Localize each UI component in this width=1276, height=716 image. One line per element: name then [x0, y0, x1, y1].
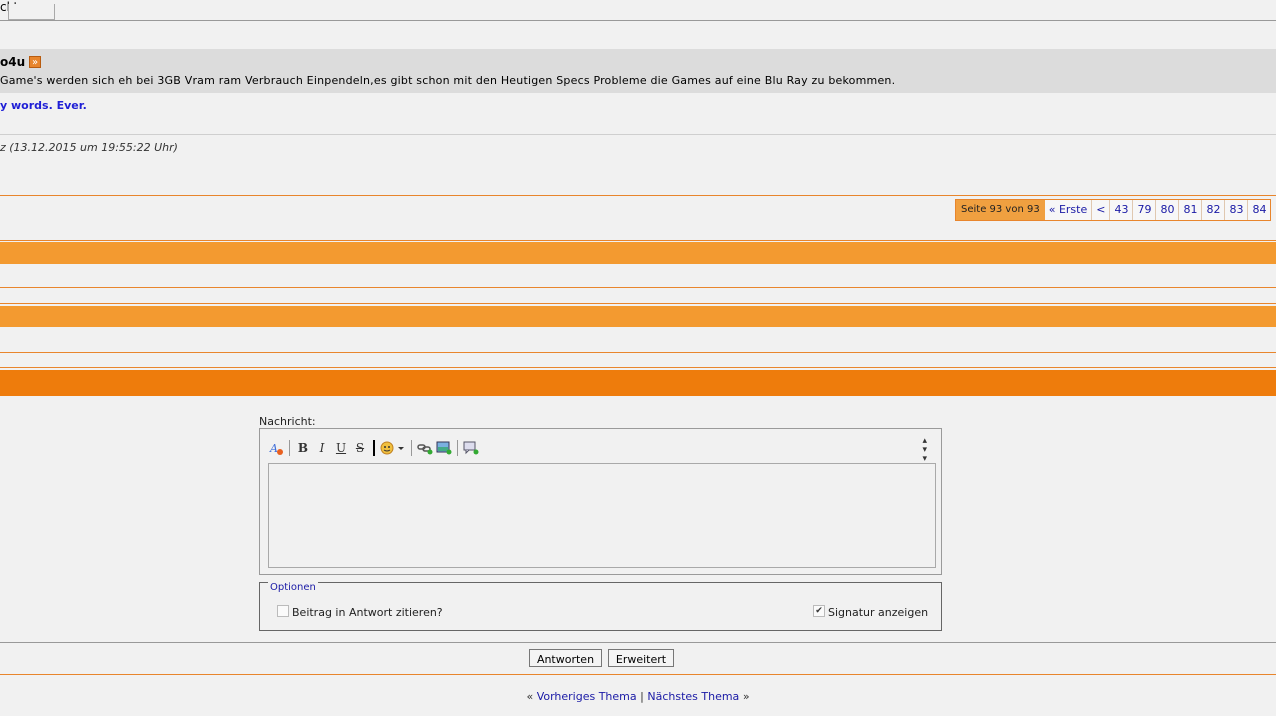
thread-navigation: « Vorheriges Thema | Nächstes Thema » — [0, 690, 1276, 703]
message-textarea[interactable] — [268, 463, 936, 568]
image-icon[interactable] — [436, 440, 452, 456]
divider — [0, 134, 1276, 135]
pagination-page[interactable]: 80 — [1155, 200, 1178, 220]
toolbar-separator — [373, 440, 375, 456]
divider — [0, 367, 1276, 368]
pagination-current: Seite 93 von 93 — [956, 200, 1045, 220]
rss-icon[interactable]: » — [29, 56, 41, 68]
edit-note: z (13.12.2015 um 19:55:22 Uhr) — [0, 141, 178, 154]
quote-icon[interactable] — [463, 440, 479, 456]
previous-thread-link[interactable]: Vorheriges Thema — [537, 690, 637, 703]
divider — [0, 642, 1276, 643]
underline-button[interactable]: U — [333, 440, 349, 456]
post-author[interactable]: o4u — [0, 55, 25, 69]
smiley-icon[interactable] — [380, 440, 406, 456]
advanced-button[interactable]: Erweitert — [608, 649, 674, 667]
remove-format-icon[interactable]: A — [268, 440, 284, 456]
pagination-page[interactable]: 79 — [1132, 200, 1155, 220]
pagination-first[interactable]: « Erste — [1045, 200, 1092, 220]
post-message: Game's werden sich eh bei 3GB Vram ram V… — [0, 74, 896, 87]
post-signature: y words. Ever. — [0, 99, 87, 112]
svg-text:A: A — [269, 442, 278, 455]
quote-checkbox[interactable] — [277, 605, 289, 617]
divider — [0, 287, 1276, 288]
toolbar-separator — [457, 440, 458, 456]
message-editor: A B I U S ▴ ▾ ▾ — [259, 428, 942, 575]
nav-close: » — [742, 690, 750, 703]
previous-post-button[interactable] — [8, 4, 55, 20]
section-bar — [0, 242, 1276, 264]
divider — [0, 195, 1276, 196]
options-legend: Optionen — [268, 582, 318, 594]
bold-button[interactable]: B — [295, 440, 311, 456]
pagination-page[interactable]: 81 — [1178, 200, 1201, 220]
link-icon[interactable] — [417, 440, 433, 456]
pagination-prev[interactable]: < — [1091, 200, 1109, 220]
options-fieldset: Optionen Beitrag in Antwort zitieren? ✔ … — [259, 582, 942, 631]
pagination-page[interactable]: 83 — [1224, 200, 1247, 220]
signature-label: Signatur anzeigen — [828, 606, 929, 619]
quote-label: Beitrag in Antwort zitieren? — [292, 606, 443, 619]
divider — [0, 674, 1276, 675]
resize-editor-icon[interactable]: ▴ ▾ ▾ — [922, 437, 927, 464]
signature-checkbox[interactable]: ✔ — [813, 605, 825, 617]
divider — [0, 352, 1276, 353]
pagination-page[interactable]: 43 — [1109, 200, 1132, 220]
toolbar-separator — [289, 440, 290, 456]
pagination: Seite 93 von 93 « Erste < 43 79 80 81 82… — [955, 199, 1272, 221]
divider — [0, 303, 1276, 304]
divider — [0, 240, 1276, 241]
next-thread-link[interactable]: Nächstes Thema — [647, 690, 739, 703]
pagination-page[interactable]: 82 — [1201, 200, 1224, 220]
italic-button[interactable]: I — [314, 440, 330, 456]
divider — [0, 20, 1276, 21]
quick-reply-header — [0, 370, 1276, 396]
reply-button[interactable]: Antworten — [529, 649, 602, 667]
message-label: Nachricht: — [259, 415, 316, 428]
toolbar-separator — [411, 440, 412, 456]
pagination-page[interactable]: 84 — [1247, 200, 1270, 220]
editor-toolbar: A B I U S — [268, 439, 479, 457]
section-bar — [0, 306, 1276, 327]
strike-button[interactable]: S — [352, 440, 368, 456]
nav-separator: | — [640, 690, 644, 703]
nav-open: « — [526, 690, 534, 703]
